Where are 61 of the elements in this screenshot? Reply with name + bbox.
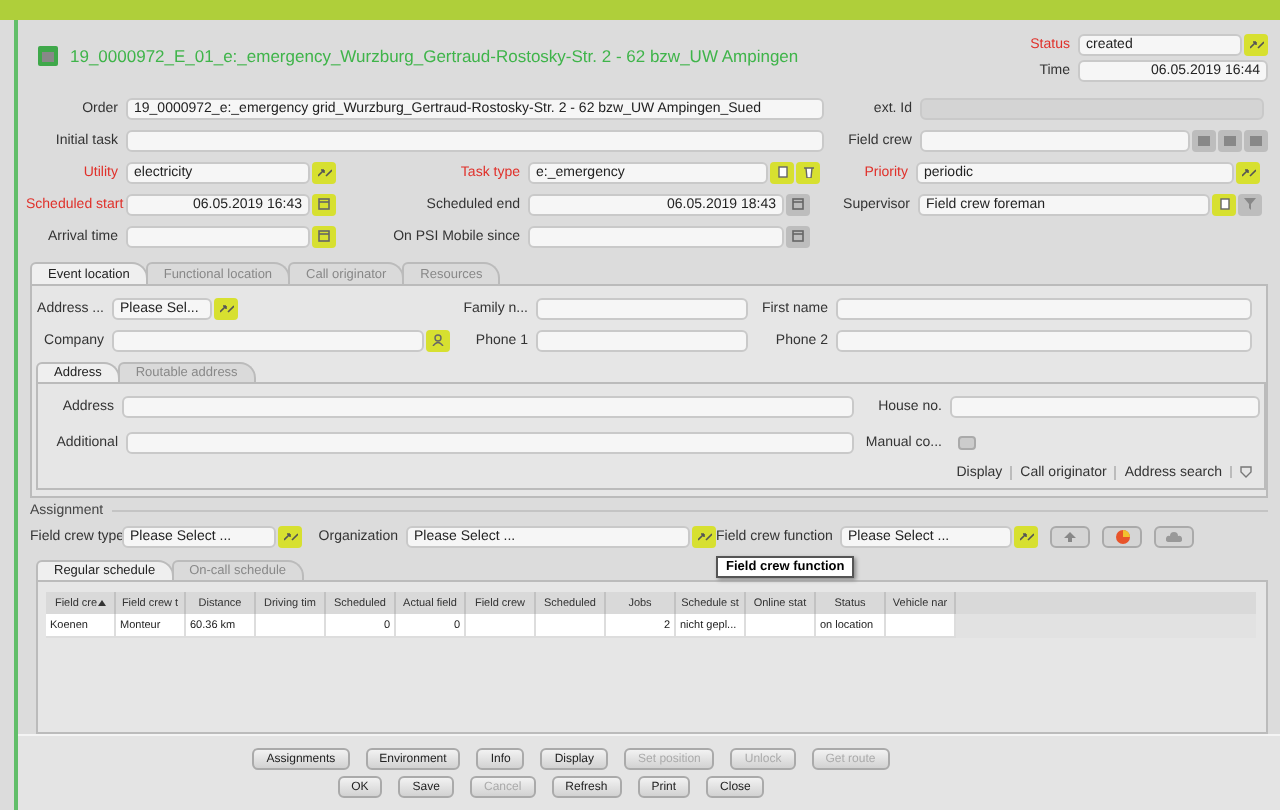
trash-icon (803, 166, 813, 178)
field-crew-field[interactable] (920, 129, 1190, 151)
phone-1-field[interactable] (536, 329, 748, 351)
cloud-button[interactable] (1154, 525, 1194, 547)
picker-button[interactable] (1014, 525, 1038, 547)
calendar-button[interactable] (312, 193, 336, 215)
calendar-icon (792, 230, 804, 242)
swap-arrows-icon (697, 531, 711, 541)
logo-icon (42, 51, 54, 61)
swap-arrows-icon (219, 303, 233, 313)
shield-icon (1240, 466, 1252, 478)
calendar-icon (318, 230, 330, 242)
picker-button[interactable] (1244, 33, 1268, 55)
chart-button[interactable] (1102, 525, 1142, 547)
table-cell (466, 614, 536, 638)
table-cell (256, 614, 326, 638)
initial-task-field[interactable] (126, 129, 824, 151)
document-button[interactable] (1212, 193, 1236, 215)
document-icon (777, 166, 787, 178)
calendar-icon (792, 198, 804, 210)
pie-chart-icon (1115, 529, 1129, 543)
picker-button[interactable] (1236, 161, 1260, 183)
picker-button[interactable] (312, 161, 336, 183)
person-button[interactable] (426, 329, 450, 351)
additional-field[interactable] (126, 431, 854, 453)
upload-button[interactable] (1050, 525, 1090, 547)
table-cell (746, 614, 816, 638)
calendar-button[interactable] (786, 193, 810, 215)
company-field[interactable] (112, 329, 424, 351)
phone-2-field[interactable] (836, 329, 1252, 351)
document-button[interactable] (770, 161, 794, 183)
grid-button[interactable] (1218, 129, 1242, 151)
picker-button[interactable] (214, 297, 238, 319)
swap-arrows-icon (1019, 531, 1033, 541)
filter-button[interactable] (1238, 193, 1262, 215)
list-button[interactable] (1244, 129, 1268, 151)
delete-button[interactable] (796, 161, 820, 183)
swap-arrows-icon (283, 531, 297, 541)
search-button[interactable] (1192, 129, 1216, 151)
swap-arrows-icon (317, 167, 331, 177)
checkbox[interactable] (958, 435, 976, 449)
address-field[interactable] (122, 395, 854, 417)
window-title: 19_0000972_E_01_e:_emergency_Wurzburg_Gertraud-Rostosky-Str. 2 - 62 bzw_UW Ampingen (70, 46, 799, 66)
swap-arrows-icon (1249, 39, 1263, 49)
calendar-button[interactable] (312, 225, 336, 247)
calendar-button[interactable] (786, 225, 810, 247)
swap-arrows-icon (1241, 167, 1255, 177)
arrival-time-field[interactable] (126, 225, 310, 247)
table-cell (536, 614, 606, 638)
filter-icon (1244, 198, 1256, 210)
calendar-icon (318, 198, 330, 210)
document-icon (1219, 198, 1229, 210)
person-icon (432, 334, 444, 346)
picker-button[interactable] (692, 525, 716, 547)
picker-button[interactable] (278, 525, 302, 547)
psi-mobile-field[interactable] (528, 225, 784, 247)
cloud-icon (1166, 531, 1182, 541)
first-name-field[interactable] (836, 297, 1252, 319)
house-no-field[interactable] (950, 395, 1260, 417)
family-name-field[interactable] (536, 297, 748, 319)
arrow-up-icon (1064, 531, 1076, 541)
